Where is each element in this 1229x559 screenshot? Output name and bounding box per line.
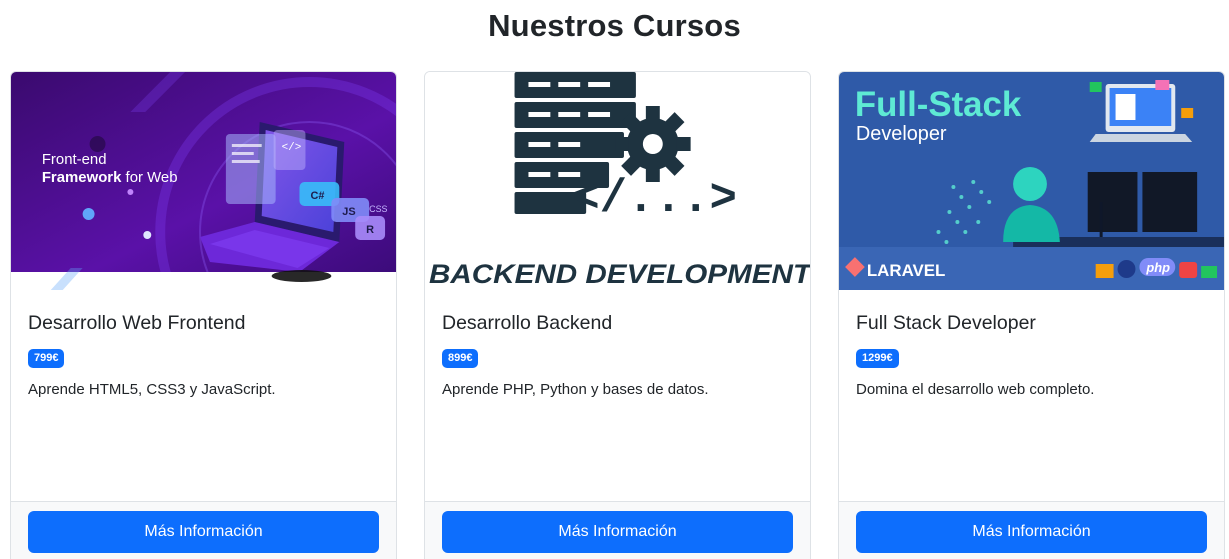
price-badge: 899€ <box>442 349 479 368</box>
tag-css: CSS <box>369 204 387 214</box>
course-description: Aprende HTML5, CSS3 y JavaScript. <box>28 381 276 398</box>
course-card-fullstack: Full-Stack Developer LARAVEL php Full St… <box>838 71 1225 559</box>
fullstack-course-image: Full-Stack Developer LARAVEL php <box>839 72 1224 290</box>
card-footer: Más Información <box>11 501 396 559</box>
image-headline-line1: Full-Stack <box>855 85 1022 124</box>
course-description: Domina el desarrollo web completo. <box>856 381 1095 398</box>
price-badge: 799€ <box>28 349 65 368</box>
tag-csharp: C# <box>310 190 324 202</box>
card-body: Full Stack Developer 1299€ Domina el des… <box>839 290 1224 398</box>
backend-course-image: </...> BACKEND DEVELOPMENT <box>425 72 810 290</box>
code-symbol: </...> <box>572 173 737 225</box>
price-badge: 1299€ <box>856 349 899 368</box>
course-title: Desarrollo Web Frontend <box>28 312 246 334</box>
course-title: Full Stack Developer <box>856 312 1036 334</box>
php-tag: php <box>1145 260 1170 275</box>
image-caption: BACKEND DEVELOPMENT <box>429 259 810 289</box>
image-headline-line2: Framework for Web <box>42 169 178 186</box>
card-body: Desarrollo Web Frontend 799€ Aprende HTM… <box>11 290 396 398</box>
frontend-course-image: </> C# JS R CSS Front-end Framework for … <box>11 72 396 290</box>
card-footer: Más Información <box>839 501 1224 559</box>
image-headline-line1: Front-end <box>42 151 107 168</box>
course-description: Aprende PHP, Python y bases de datos. <box>442 381 709 398</box>
course-title: Desarrollo Backend <box>442 312 613 334</box>
laravel-logo: LARAVEL <box>867 261 946 280</box>
more-info-button[interactable]: Más Información <box>856 511 1207 553</box>
more-info-button[interactable]: Más Información <box>28 511 379 553</box>
more-info-button[interactable]: Más Información <box>442 511 793 553</box>
tag-r: R <box>366 224 374 236</box>
card-footer: Más Información <box>425 501 810 559</box>
tag-js: JS <box>342 206 355 218</box>
image-headline-line2: Developer <box>856 123 947 145</box>
card-body: Desarrollo Backend 899€ Aprende PHP, Pyt… <box>425 290 810 398</box>
course-card-frontend: </> C# JS R CSS Front-end Framework for … <box>10 71 397 559</box>
svg-text:</>: </> <box>282 142 302 154</box>
page-title: Nuestros Cursos <box>488 8 741 43</box>
course-card-backend: </...> BACKEND DEVELOPMENT Desarrollo Ba… <box>424 71 811 559</box>
